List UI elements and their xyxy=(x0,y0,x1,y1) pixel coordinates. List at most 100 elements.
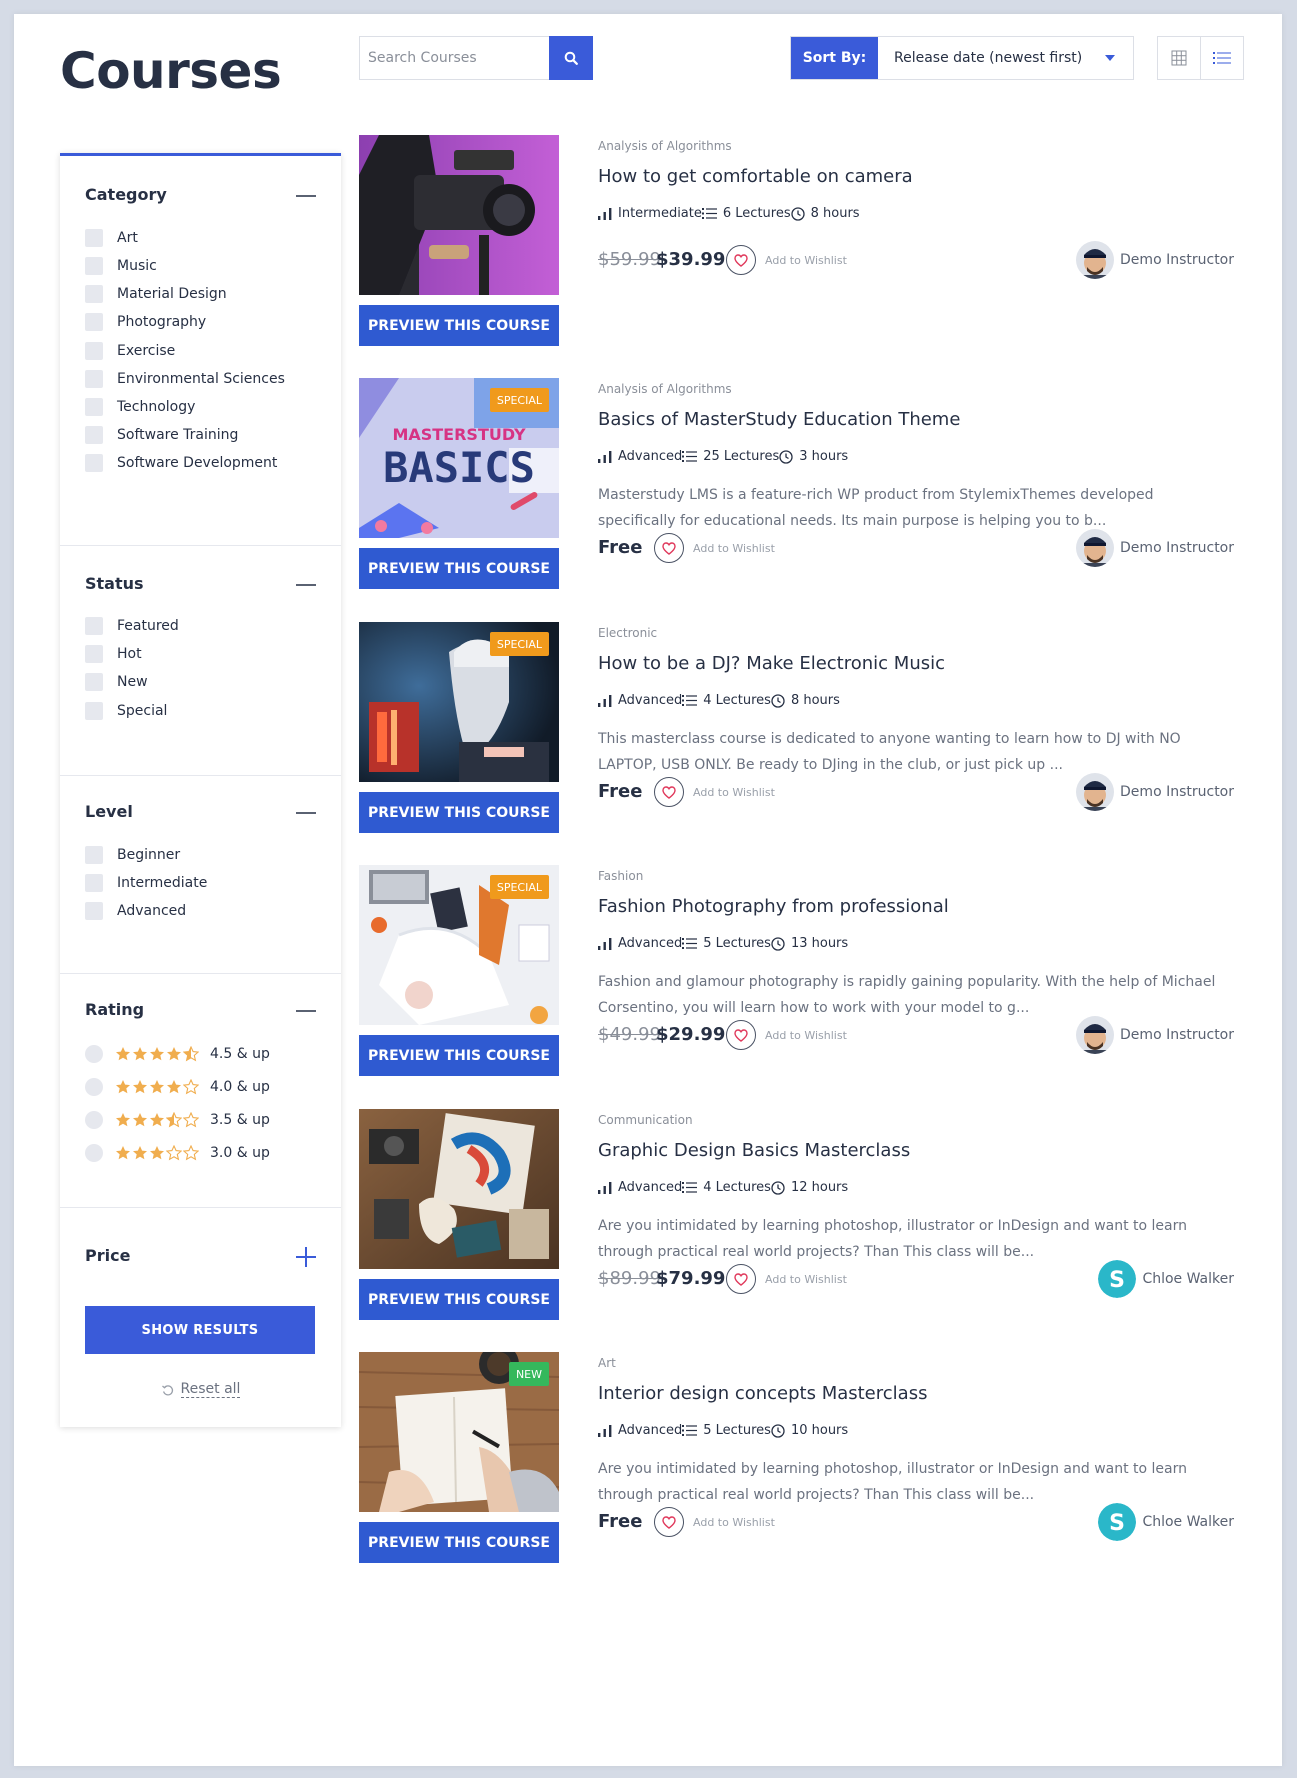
sort-select[interactable]: Release date (newest first) xyxy=(878,37,1133,79)
show-results-button[interactable]: SHOW RESULTS xyxy=(85,1306,315,1354)
filter-option[interactable]: Hot xyxy=(85,644,142,664)
sort-dropdown[interactable]: Sort By: Release date (newest first) xyxy=(790,36,1134,80)
course-thumbnail[interactable]: NEW xyxy=(359,1352,559,1512)
checkbox[interactable] xyxy=(85,617,103,635)
add-to-wishlist[interactable]: Add to Wishlist xyxy=(654,533,775,563)
add-to-wishlist[interactable]: Add to Wishlist xyxy=(726,1264,847,1294)
search-input[interactable] xyxy=(359,36,549,80)
course-item: SPECIAL PREVIEW THIS COURSE Electronic H… xyxy=(359,622,1234,833)
preview-course-button[interactable]: PREVIEW THIS COURSE xyxy=(359,1035,559,1076)
preview-course-button[interactable]: PREVIEW THIS COURSE xyxy=(359,548,559,589)
filter-option[interactable]: Advanced xyxy=(85,901,186,921)
course-thumbnail[interactable]: MASTERSTUDY BASICS SPECIAL xyxy=(359,378,559,538)
filter-option[interactable]: New xyxy=(85,672,148,692)
course-category[interactable]: Electronic xyxy=(598,626,657,640)
checkbox[interactable] xyxy=(85,257,103,275)
filter-option[interactable]: Environmental Sciences xyxy=(85,369,285,389)
filter-option[interactable]: Intermediate xyxy=(85,873,207,893)
filter-option[interactable]: Photography xyxy=(85,312,206,332)
filter-price-title: Price xyxy=(85,1246,131,1265)
course-category[interactable]: Analysis of Algorithms xyxy=(598,382,732,396)
preview-course-button[interactable]: PREVIEW THIS COURSE xyxy=(359,1522,559,1563)
star-icon xyxy=(133,1047,147,1061)
filter-option[interactable]: Special xyxy=(85,701,167,721)
course-instructor[interactable]: Demo Instructor xyxy=(1076,1016,1234,1054)
filter-option[interactable]: Software Training xyxy=(85,425,238,445)
course-instructor[interactable]: S Chloe Walker xyxy=(1098,1260,1234,1298)
checkbox[interactable] xyxy=(85,702,103,720)
checkbox[interactable] xyxy=(85,874,103,892)
course-instructor[interactable]: Demo Instructor xyxy=(1076,241,1234,279)
course-category[interactable]: Fashion xyxy=(598,869,643,883)
course-category[interactable]: Analysis of Algorithms xyxy=(598,139,732,153)
filter-option[interactable]: Technology xyxy=(85,397,195,417)
rating-option[interactable]: 3.0 & up xyxy=(85,1143,270,1163)
expand-icon[interactable] xyxy=(296,1247,316,1267)
course-category[interactable]: Communication xyxy=(598,1113,693,1127)
rating-option[interactable]: 3.5 & up xyxy=(85,1110,270,1130)
rating-option[interactable]: 4.5 & up xyxy=(85,1044,270,1064)
course-category[interactable]: Art xyxy=(598,1356,616,1370)
checkbox[interactable] xyxy=(85,229,103,247)
radio-button[interactable] xyxy=(85,1078,103,1096)
preview-course-button[interactable]: PREVIEW THIS COURSE xyxy=(359,305,559,346)
grid-icon xyxy=(1171,50,1187,66)
checkbox[interactable] xyxy=(85,342,103,360)
checkbox[interactable] xyxy=(85,902,103,920)
course-instructor[interactable]: Demo Instructor xyxy=(1076,773,1234,811)
course-title[interactable]: Fashion Photography from professional xyxy=(598,896,949,917)
course-info: Fashion Fashion Photography from profess… xyxy=(598,865,1234,1076)
preview-course-button[interactable]: PREVIEW THIS COURSE xyxy=(359,792,559,833)
filter-option[interactable]: Beginner xyxy=(85,845,180,865)
filter-option[interactable]: Music xyxy=(85,256,157,276)
course-thumbnail[interactable] xyxy=(359,1109,559,1269)
course-title[interactable]: How to be a DJ? Make Electronic Music xyxy=(598,653,945,674)
preview-course-button[interactable]: PREVIEW THIS COURSE xyxy=(359,1279,559,1320)
course-title[interactable]: How to get comfortable on camera xyxy=(598,166,913,187)
add-to-wishlist[interactable]: Add to Wishlist xyxy=(726,245,847,275)
filter-option[interactable]: Material Design xyxy=(85,284,227,304)
course-description: Are you intimidated by learning photosho… xyxy=(598,1218,1188,1260)
radio-button[interactable] xyxy=(85,1045,103,1063)
course-title[interactable]: Basics of MasterStudy Education Theme xyxy=(598,409,960,430)
search-button[interactable] xyxy=(549,36,593,80)
collapse-icon[interactable] xyxy=(296,186,316,206)
checkbox[interactable] xyxy=(85,426,103,444)
checkbox[interactable] xyxy=(85,313,103,331)
star-icon xyxy=(150,1047,164,1061)
checkbox[interactable] xyxy=(85,285,103,303)
grid-view-button[interactable] xyxy=(1157,36,1201,80)
checkbox[interactable] xyxy=(85,370,103,388)
radio-button[interactable] xyxy=(85,1111,103,1129)
rating-option[interactable]: 4.0 & up xyxy=(85,1077,270,1097)
reset-all-link[interactable]: Reset all xyxy=(60,1381,341,1398)
add-to-wishlist[interactable]: Add to Wishlist xyxy=(726,1020,847,1050)
course-thumbnail[interactable]: SPECIAL xyxy=(359,865,559,1025)
checkbox[interactable] xyxy=(85,645,103,663)
checkbox[interactable] xyxy=(85,398,103,416)
course-instructor[interactable]: S Chloe Walker xyxy=(1098,1503,1234,1541)
collapse-icon[interactable] xyxy=(296,575,316,595)
clock-icon xyxy=(779,449,793,464)
add-to-wishlist[interactable]: Add to Wishlist xyxy=(654,777,775,807)
course-level: Advanced xyxy=(598,936,682,951)
clock-icon xyxy=(771,693,785,708)
filter-option[interactable]: Exercise xyxy=(85,341,175,361)
checkbox[interactable] xyxy=(85,454,103,472)
radio-button[interactable] xyxy=(85,1144,103,1162)
course-instructor[interactable]: Demo Instructor xyxy=(1076,529,1234,567)
collapse-icon[interactable] xyxy=(296,803,316,823)
course-description: Are you intimidated by learning photosho… xyxy=(598,1461,1188,1503)
filter-option[interactable]: Art xyxy=(85,228,138,248)
course-title[interactable]: Graphic Design Basics Masterclass xyxy=(598,1140,910,1161)
course-thumbnail[interactable] xyxy=(359,135,559,295)
add-to-wishlist[interactable]: Add to Wishlist xyxy=(654,1507,775,1537)
filter-option[interactable]: Software Development xyxy=(85,453,277,473)
collapse-icon[interactable] xyxy=(296,1001,316,1021)
course-thumbnail[interactable]: SPECIAL xyxy=(359,622,559,782)
checkbox[interactable] xyxy=(85,846,103,864)
list-view-button[interactable] xyxy=(1200,36,1244,80)
course-title[interactable]: Interior design concepts Masterclass xyxy=(598,1383,927,1404)
filter-option[interactable]: Featured xyxy=(85,616,179,636)
checkbox[interactable] xyxy=(85,673,103,691)
